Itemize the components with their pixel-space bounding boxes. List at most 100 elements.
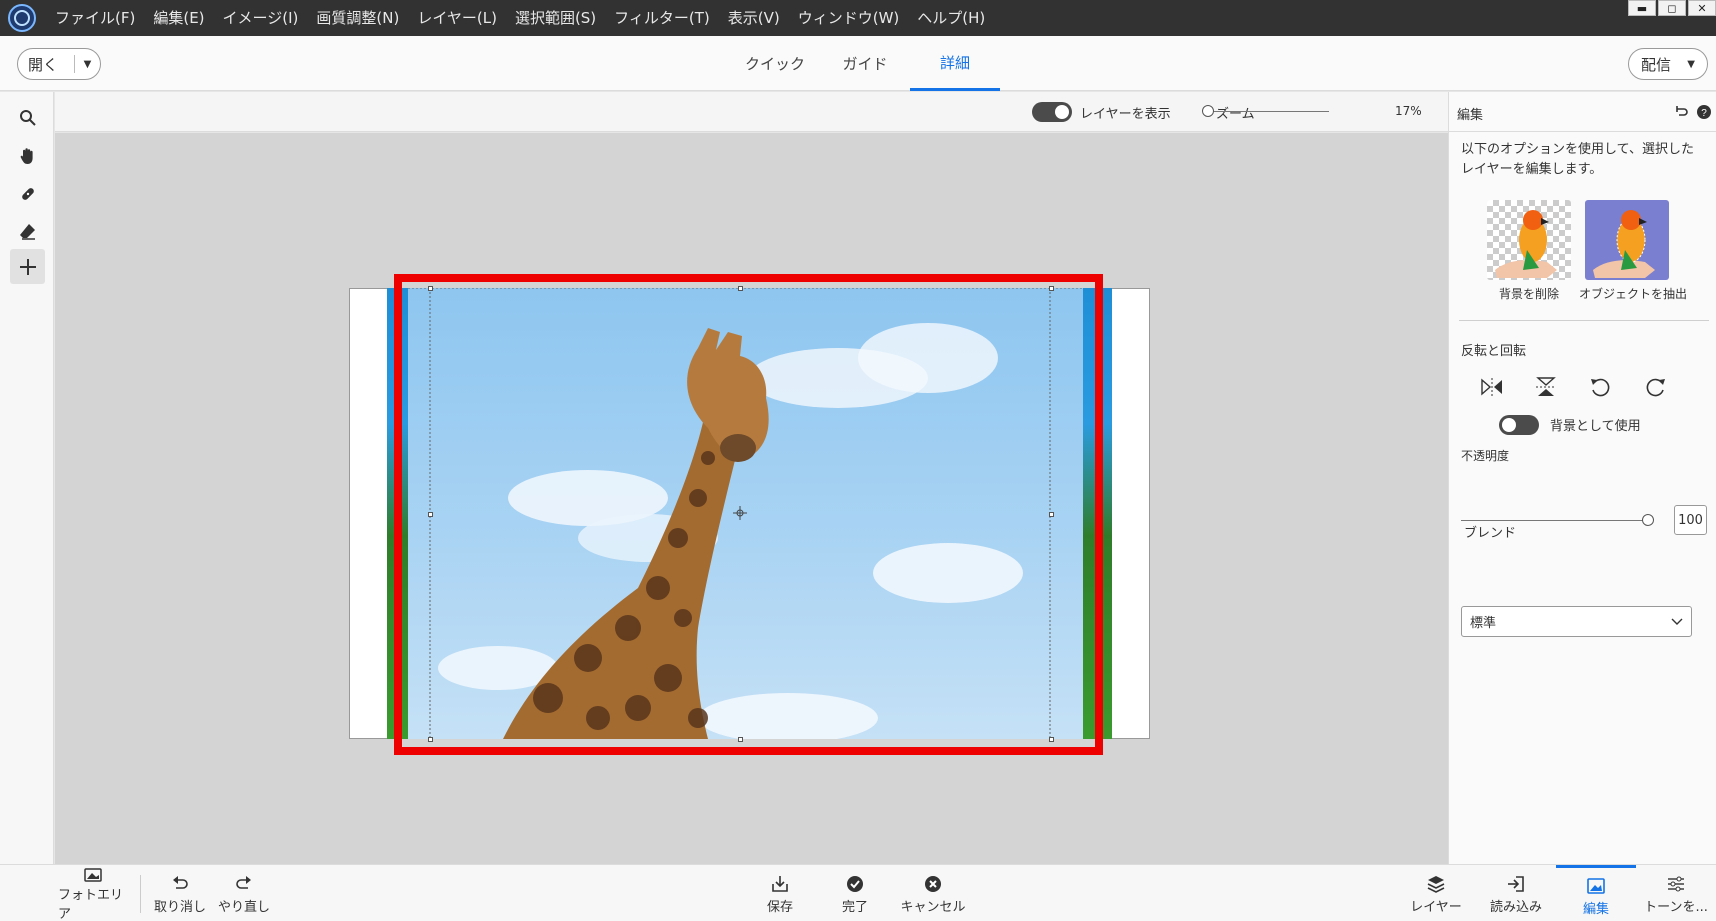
menu-window[interactable]: ウィンドウ(W) bbox=[789, 0, 909, 36]
highlight-annotation-box bbox=[394, 274, 1103, 755]
healing-brush-tool[interactable] bbox=[10, 176, 45, 211]
share-button[interactable]: 配信 ▼ bbox=[1628, 48, 1708, 80]
rotate-right-icon bbox=[1646, 378, 1665, 397]
flip-rotate-title: 反転と回転 bbox=[1461, 344, 1527, 359]
rotate-left-icon bbox=[1591, 378, 1610, 397]
undo-label: 取り消し bbox=[153, 900, 206, 915]
opacity-slider[interactable] bbox=[1461, 520, 1647, 521]
done-button[interactable]: 完了 bbox=[825, 865, 885, 921]
opacity-slider-handle[interactable] bbox=[1642, 514, 1654, 526]
remove-background-label[interactable]: 背景を削除 bbox=[1499, 285, 1559, 302]
hand-tool[interactable] bbox=[10, 138, 45, 173]
redo-icon bbox=[236, 876, 251, 889]
photo-bin-label: フォトエリア bbox=[58, 888, 124, 921]
redo-label: やり直し bbox=[217, 900, 270, 915]
blend-mode-select[interactable]: 標準 bbox=[1461, 606, 1692, 637]
help-icon[interactable]: ? bbox=[1697, 105, 1711, 119]
options-bar: レイヤーを表示 ズーム 17% bbox=[55, 92, 1448, 132]
flip-vertical-button[interactable] bbox=[1531, 372, 1561, 402]
edit-image-icon bbox=[1587, 877, 1605, 894]
flip-vertical-icon bbox=[1536, 377, 1556, 396]
edit-panel: 編集 ? 以下のオプションを使用して、選択したレイヤーを編集します。 背景を削除… bbox=[1448, 92, 1716, 864]
sliders-icon bbox=[1668, 876, 1684, 892]
bottom-divider bbox=[140, 875, 141, 913]
open-label: 開く bbox=[28, 55, 59, 74]
menu-edit[interactable]: 編集(E) bbox=[144, 0, 213, 36]
zoom-tool[interactable] bbox=[10, 100, 45, 135]
chevron-down-icon[interactable]: ▼ bbox=[75, 59, 100, 70]
zoom-slider-handle[interactable] bbox=[1202, 105, 1214, 117]
flip-horizontal-button[interactable] bbox=[1477, 372, 1507, 402]
extract-object-label[interactable]: オブジェクトを抽出 bbox=[1579, 285, 1687, 302]
undo-icon bbox=[173, 876, 188, 889]
opacity-label: 不透明度 bbox=[1461, 449, 1510, 463]
menu-filter[interactable]: フィルター(T) bbox=[605, 0, 719, 36]
redo-button[interactable]: やり直し bbox=[214, 865, 274, 921]
reset-icon[interactable] bbox=[1674, 105, 1688, 119]
bandage-icon bbox=[21, 187, 34, 200]
menu-bar: ファイル(F) 編集(E) イメージ(I) 画質調整(N) レイヤー(L) 選択… bbox=[0, 0, 1716, 36]
tone-label: トーンを... bbox=[1644, 900, 1708, 915]
extract-object-thumb[interactable] bbox=[1585, 200, 1669, 280]
rotate-left-button[interactable] bbox=[1585, 372, 1615, 402]
menu-file[interactable]: ファイル(F) bbox=[46, 0, 144, 36]
tone-button[interactable]: トーンを... bbox=[1640, 865, 1712, 921]
tab-guided[interactable]: ガイド bbox=[820, 36, 910, 91]
close-button[interactable]: ✕ bbox=[1688, 0, 1716, 16]
zoom-label: ズーム bbox=[1216, 107, 1255, 122]
canvas-area[interactable] bbox=[55, 133, 1448, 864]
save-icon bbox=[772, 876, 788, 892]
cancel-label: キャンセル bbox=[900, 900, 966, 915]
window-controls: ▬ ◻ ✕ bbox=[1626, 0, 1716, 16]
magnifier-icon bbox=[19, 109, 36, 126]
show-layers-toggle[interactable] bbox=[1032, 102, 1072, 122]
open-button[interactable]: 開く ▼ bbox=[17, 48, 101, 80]
share-label: 配信 bbox=[1641, 55, 1672, 74]
undo-button[interactable]: 取り消し bbox=[150, 865, 210, 921]
edit-panel-button[interactable]: 編集 bbox=[1556, 865, 1636, 921]
layers-icon bbox=[1427, 876, 1445, 893]
move-tool[interactable] bbox=[10, 249, 45, 284]
eraser-tool[interactable] bbox=[10, 213, 45, 248]
menu-view[interactable]: 表示(V) bbox=[719, 0, 789, 36]
eraser-icon bbox=[19, 223, 35, 240]
bottom-bar: フォトエリア 取り消し やり直し 保存 完了 キャンセル レイヤー 読み込み 編… bbox=[0, 864, 1716, 921]
menu-layer[interactable]: レイヤー(L) bbox=[408, 0, 506, 36]
import-button[interactable]: 読み込み bbox=[1480, 865, 1552, 921]
layers-panel-button[interactable]: レイヤー bbox=[1400, 865, 1472, 921]
tab-expert[interactable]: 詳細 bbox=[910, 36, 1000, 91]
app-logo-icon bbox=[8, 4, 36, 32]
hand-icon bbox=[20, 147, 33, 164]
opacity-input[interactable]: 100 bbox=[1674, 505, 1707, 535]
zoom-value: 17% bbox=[1395, 104, 1422, 118]
maximize-button[interactable]: ◻ bbox=[1658, 0, 1686, 16]
mode-tabs: クイック ガイド 詳細 bbox=[730, 36, 1000, 91]
tool-panel bbox=[0, 92, 54, 864]
chevron-down-icon bbox=[1671, 618, 1683, 625]
menu-select[interactable]: 選択範囲(S) bbox=[506, 0, 605, 36]
mode-bar: 開く ▼ クイック ガイド 詳細 配信 ▼ bbox=[0, 36, 1716, 91]
parrot-icon bbox=[1495, 210, 1557, 278]
zoom-slider[interactable] bbox=[1209, 111, 1329, 112]
minimize-button[interactable]: ▬ bbox=[1628, 0, 1656, 16]
parrot-icon bbox=[1593, 210, 1655, 278]
layers-label: レイヤー bbox=[1410, 900, 1462, 915]
cancel-button[interactable]: キャンセル bbox=[893, 865, 973, 921]
menu-image[interactable]: イメージ(I) bbox=[214, 0, 308, 36]
import-label: 読み込み bbox=[1489, 900, 1542, 915]
checkmark-icon bbox=[847, 876, 863, 892]
rotate-right-button[interactable] bbox=[1641, 372, 1671, 402]
menu-enhance[interactable]: 画質調整(N) bbox=[307, 0, 408, 36]
cancel-icon bbox=[925, 876, 941, 892]
import-icon bbox=[1508, 876, 1524, 892]
photo-bin-button[interactable]: フォトエリア bbox=[58, 865, 128, 921]
tab-quick[interactable]: クイック bbox=[730, 36, 820, 91]
save-button[interactable]: 保存 bbox=[750, 865, 810, 921]
done-label: 完了 bbox=[841, 900, 868, 915]
panel-title: 編集 bbox=[1457, 108, 1484, 123]
chevron-down-icon: ▼ bbox=[1687, 58, 1695, 70]
remove-background-thumb[interactable] bbox=[1487, 200, 1571, 280]
use-as-background-toggle[interactable] bbox=[1499, 415, 1539, 435]
edit-label: 編集 bbox=[1582, 901, 1609, 917]
menu-help[interactable]: ヘルプ(H) bbox=[908, 0, 994, 36]
